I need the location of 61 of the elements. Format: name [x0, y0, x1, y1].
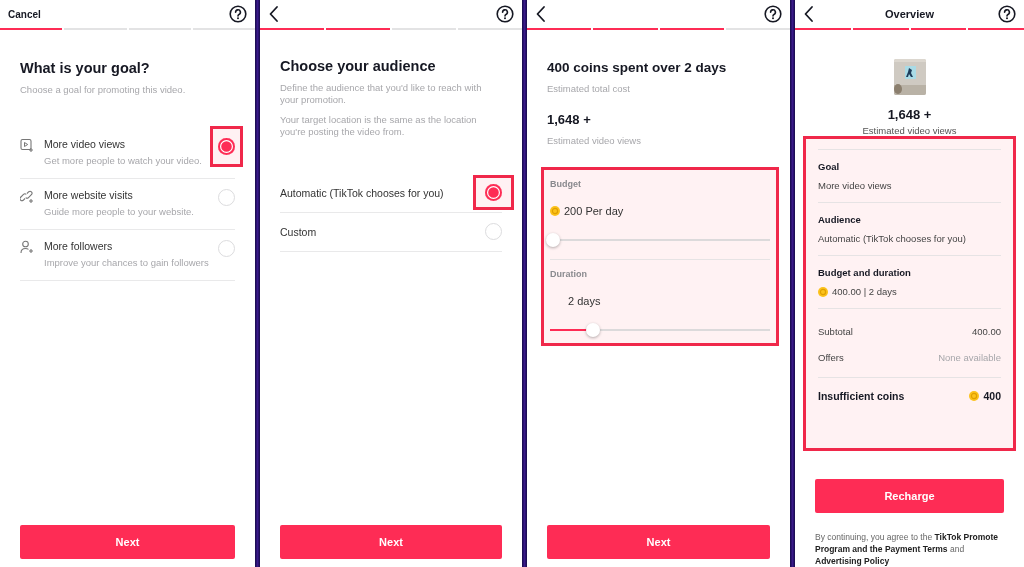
radio-button[interactable] — [485, 223, 502, 240]
views-count: 1,648 + — [547, 112, 592, 127]
slider-value: 200 Per day — [564, 205, 624, 217]
option-description: Get more people to watch your video. — [44, 155, 203, 166]
back-icon[interactable] — [268, 5, 280, 23]
radio-button[interactable] — [218, 240, 235, 257]
total-value: 400 — [983, 390, 1001, 402]
help-icon[interactable] — [229, 5, 247, 23]
back-icon[interactable] — [535, 5, 547, 23]
option-label: Custom — [280, 225, 318, 238]
views-count: 1,648 + — [887, 107, 932, 122]
summary-label: Goal — [818, 161, 841, 172]
description: Your target location is the same as the location you're posting the video from. — [280, 114, 478, 138]
radio-button[interactable] — [485, 184, 502, 201]
video-plus-icon — [20, 138, 34, 152]
radio-button[interactable] — [218, 189, 235, 206]
slider-thumb[interactable] — [585, 323, 600, 337]
slider-value: 2 days — [568, 295, 601, 307]
primary-button[interactable]: Next — [20, 525, 235, 559]
slider-label: Budget — [550, 179, 582, 189]
cost-value: 400.00 — [971, 326, 1001, 337]
subtitle: Choose a goal for promoting this video. — [20, 84, 187, 96]
slider-thumb[interactable] — [546, 233, 560, 247]
summary-label: Budget and duration — [818, 267, 912, 278]
views-label: Estimated video views — [862, 125, 957, 136]
primary-button[interactable]: Next — [280, 525, 502, 559]
views-label: Estimated video views — [547, 135, 642, 147]
option-label: More followers — [44, 240, 114, 252]
heading: 400 coins spent over 2 days — [547, 60, 728, 75]
option-description: Guide more people to your website. — [44, 206, 195, 217]
slider-label: Duration — [550, 269, 588, 279]
option-description: Improve your chances to gain followers — [44, 257, 210, 268]
back-icon[interactable] — [803, 5, 815, 23]
heading: Choose your audience — [280, 58, 437, 74]
help-icon[interactable] — [998, 5, 1016, 23]
summary-label: Audience — [818, 214, 862, 225]
cost-value: None available — [938, 352, 1001, 363]
total-label: Insufficient coins — [818, 390, 905, 402]
summary-value: Automatic (TikTok chooses for you) — [818, 233, 966, 244]
option-label: More website visits — [44, 189, 134, 201]
cancel-button[interactable]: Cancel — [8, 8, 41, 20]
summary-value: More video views — [818, 180, 892, 191]
primary-button[interactable]: Next — [547, 525, 770, 559]
slider[interactable] — [550, 323, 770, 337]
coin-icon — [969, 391, 980, 401]
subtitle: Estimated total cost — [547, 83, 631, 95]
person-plus-icon — [20, 240, 34, 254]
link-plus-icon — [20, 189, 34, 203]
option-label: More video views — [44, 138, 127, 150]
primary-button[interactable]: Recharge — [815, 479, 1004, 513]
cost-label: Offers — [818, 352, 844, 363]
option-label: Automatic (TikTok chooses for you) — [280, 186, 445, 199]
help-icon[interactable] — [764, 5, 782, 23]
legal-text: By continuing, you agree to the TikTok Promote Program and the Payment Terms and Advertising Policy — [815, 531, 999, 567]
help-icon[interactable] — [496, 5, 514, 23]
heading: What is your goal? — [20, 60, 151, 76]
radio-button[interactable] — [218, 138, 235, 155]
description: Define the audience that you'd like to reach with your promotion. — [280, 82, 483, 106]
screen-title: Overview — [885, 8, 934, 20]
summary-value: 400.00 | 2 days — [832, 286, 897, 297]
cost-label: Subtotal — [818, 326, 853, 337]
